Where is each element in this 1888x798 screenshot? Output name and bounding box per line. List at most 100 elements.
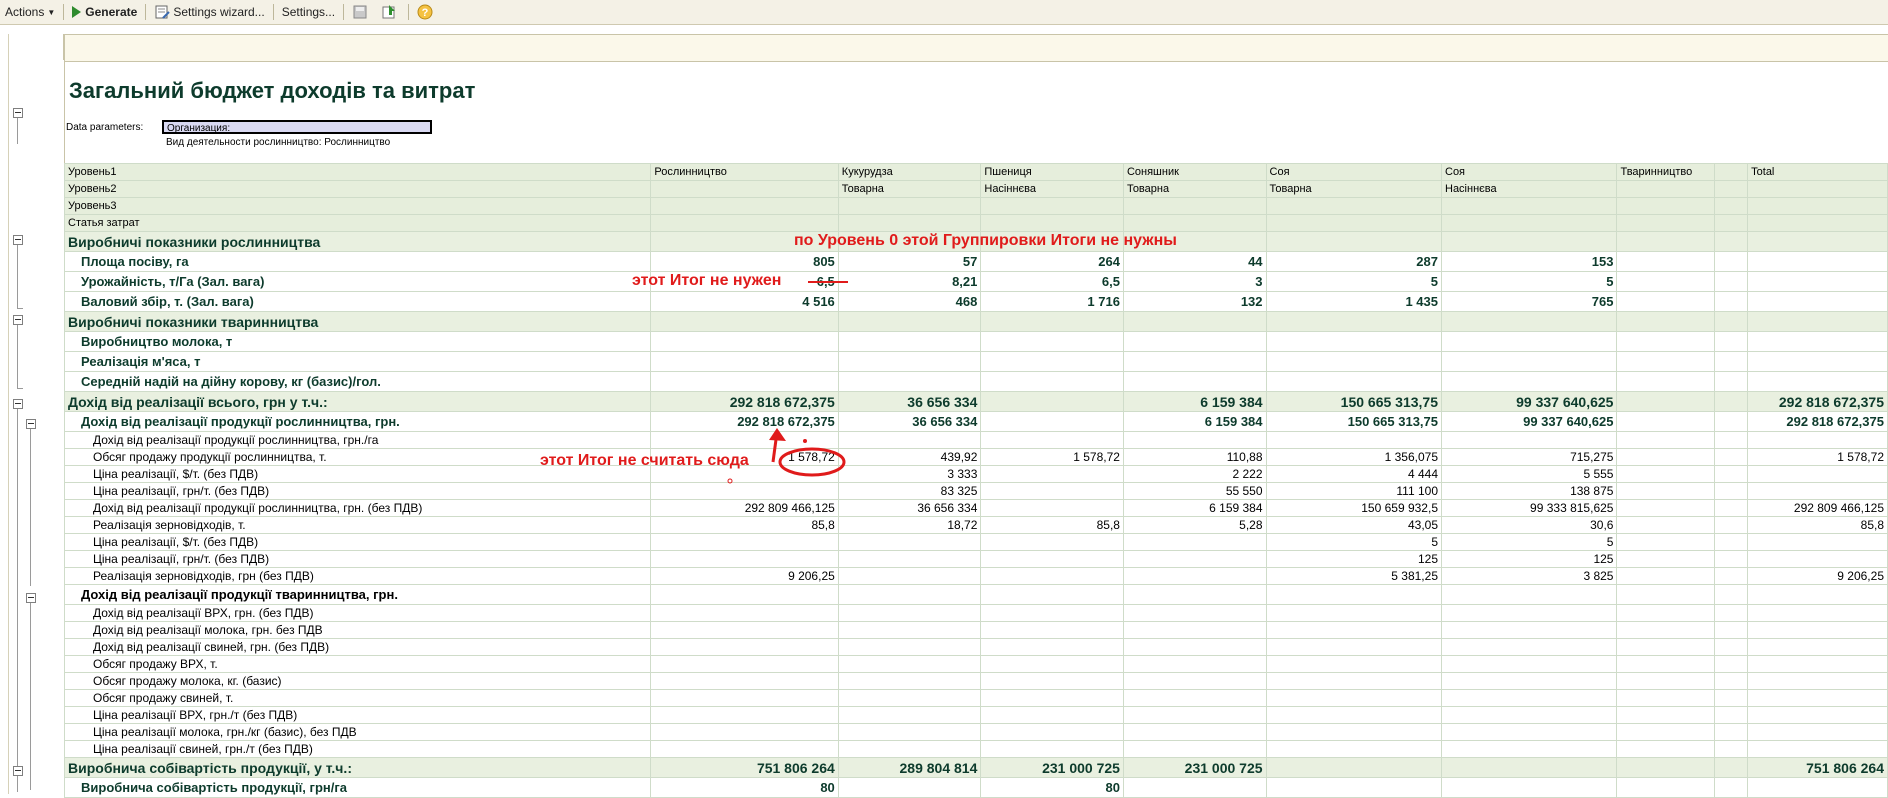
- row-label[interactable]: Валовий збір, т. (Зал. вага): [63, 291, 652, 312]
- table-cell[interactable]: [837, 604, 982, 622]
- table-cell[interactable]: [1122, 604, 1267, 622]
- table-cell[interactable]: [1122, 777, 1267, 798]
- table-cell[interactable]: [1265, 584, 1443, 605]
- row-label[interactable]: Дохід від реалізації продукції рослинниц…: [63, 411, 652, 432]
- row-label[interactable]: Обсяг продажу молока, кг. (базис): [63, 672, 652, 690]
- table-cell[interactable]: [1440, 655, 1618, 673]
- table-cell[interactable]: 99 337 640,625: [1440, 391, 1618, 412]
- table-cell[interactable]: [980, 391, 1124, 412]
- table-cell[interactable]: [1714, 567, 1749, 585]
- table-cell[interactable]: [650, 431, 839, 449]
- table-cell[interactable]: [1265, 351, 1443, 372]
- row-label[interactable]: Дохід від реалізації ВРХ, грн. (без ПДВ): [63, 604, 652, 622]
- table-cell[interactable]: 289 804 814: [837, 757, 982, 778]
- collapse-toggle-icon[interactable]: [13, 108, 23, 118]
- table-cell[interactable]: [1714, 638, 1749, 656]
- table-cell[interactable]: [1440, 584, 1618, 605]
- table-cell[interactable]: [980, 499, 1124, 517]
- table-cell[interactable]: [1616, 448, 1716, 466]
- table-cell[interactable]: 3 825: [1440, 567, 1618, 585]
- table-cell[interactable]: [1747, 689, 1888, 707]
- table-cell[interactable]: 5,28: [1122, 516, 1267, 534]
- table-cell[interactable]: [1616, 550, 1716, 568]
- table-cell[interactable]: [1747, 672, 1888, 690]
- table-cell[interactable]: [1714, 448, 1749, 466]
- table-cell[interactable]: [1747, 584, 1888, 605]
- row-label[interactable]: Дохід від реалізації молока, грн. без ПД…: [63, 621, 652, 639]
- table-cell[interactable]: [650, 331, 839, 352]
- row-label[interactable]: Урожайність, т/Га (Зал. вага): [63, 271, 652, 292]
- table-cell[interactable]: [1714, 757, 1749, 778]
- table-cell[interactable]: [1440, 331, 1618, 352]
- table-cell[interactable]: 264: [980, 251, 1124, 272]
- table-cell[interactable]: [1714, 465, 1749, 483]
- table-cell[interactable]: [1747, 331, 1888, 352]
- table-cell[interactable]: [1714, 706, 1749, 724]
- table-cell[interactable]: [1616, 371, 1716, 392]
- table-cell[interactable]: [1265, 621, 1443, 639]
- table-cell[interactable]: [1265, 740, 1443, 758]
- table-cell[interactable]: 1 578,72: [980, 448, 1124, 466]
- table-cell[interactable]: 132: [1122, 291, 1267, 312]
- table-cell[interactable]: 3 333: [837, 465, 982, 483]
- table-cell[interactable]: [1616, 672, 1716, 690]
- table-cell[interactable]: [1714, 331, 1749, 352]
- table-cell[interactable]: [1714, 723, 1749, 741]
- load-variant-button[interactable]: [376, 0, 405, 24]
- table-cell[interactable]: [1616, 533, 1716, 551]
- table-cell[interactable]: [1122, 351, 1267, 372]
- table-cell[interactable]: 5: [1265, 271, 1443, 292]
- table-cell[interactable]: [1265, 672, 1443, 690]
- table-cell[interactable]: [650, 604, 839, 622]
- table-cell[interactable]: [1440, 311, 1618, 332]
- table-cell[interactable]: [1122, 371, 1267, 392]
- row-label[interactable]: Дохід від реалізації всього, грн у т.ч.:: [63, 391, 652, 412]
- table-cell[interactable]: [1616, 411, 1716, 432]
- table-cell[interactable]: [1714, 482, 1749, 500]
- table-cell[interactable]: [1714, 621, 1749, 639]
- table-cell[interactable]: [1747, 465, 1888, 483]
- table-cell[interactable]: [1747, 706, 1888, 724]
- table-cell[interactable]: [1265, 777, 1443, 798]
- table-cell[interactable]: [1616, 689, 1716, 707]
- table-cell[interactable]: [980, 672, 1124, 690]
- table-cell[interactable]: [980, 351, 1124, 372]
- table-cell[interactable]: [650, 706, 839, 724]
- table-cell[interactable]: 1 716: [980, 291, 1124, 312]
- table-cell[interactable]: 751 806 264: [650, 757, 839, 778]
- table-cell[interactable]: [980, 689, 1124, 707]
- table-cell[interactable]: 468: [837, 291, 982, 312]
- table-cell[interactable]: [1616, 567, 1716, 585]
- table-cell[interactable]: 765: [1440, 291, 1618, 312]
- table-cell[interactable]: [650, 371, 839, 392]
- table-cell[interactable]: 805: [650, 251, 839, 272]
- table-cell[interactable]: 153: [1440, 251, 1618, 272]
- row-label[interactable]: Дохід від реалізації продукції тваринниц…: [63, 584, 652, 605]
- table-cell[interactable]: [1616, 621, 1716, 639]
- table-cell[interactable]: [1616, 740, 1716, 758]
- table-cell[interactable]: [980, 740, 1124, 758]
- table-cell[interactable]: 6 159 384: [1122, 391, 1267, 412]
- table-cell[interactable]: [1714, 391, 1749, 412]
- table-cell[interactable]: [1440, 604, 1618, 622]
- table-cell[interactable]: 751 806 264: [1747, 757, 1888, 778]
- table-cell[interactable]: [1616, 251, 1716, 272]
- table-cell[interactable]: [1747, 231, 1888, 252]
- table-cell[interactable]: 99 333 815,625: [1440, 499, 1618, 517]
- table-cell[interactable]: [837, 777, 982, 798]
- table-cell[interactable]: [1616, 482, 1716, 500]
- table-cell[interactable]: 715,275: [1440, 448, 1618, 466]
- table-cell[interactable]: [837, 311, 982, 332]
- table-cell[interactable]: 9 206,25: [1747, 567, 1888, 585]
- table-cell[interactable]: [1440, 672, 1618, 690]
- table-cell[interactable]: [1265, 231, 1443, 252]
- table-cell[interactable]: 5 555: [1440, 465, 1618, 483]
- table-cell[interactable]: 36 656 334: [837, 411, 982, 432]
- row-label[interactable]: Реалізація зерновідходів, т.: [63, 516, 652, 534]
- table-cell[interactable]: [1747, 740, 1888, 758]
- table-cell[interactable]: [1440, 757, 1618, 778]
- table-cell[interactable]: 5 381,25: [1265, 567, 1443, 585]
- table-cell[interactable]: [980, 584, 1124, 605]
- table-cell[interactable]: [1714, 311, 1749, 332]
- row-label[interactable]: Реалізація зерновідходів, грн (без ПДВ): [63, 567, 652, 585]
